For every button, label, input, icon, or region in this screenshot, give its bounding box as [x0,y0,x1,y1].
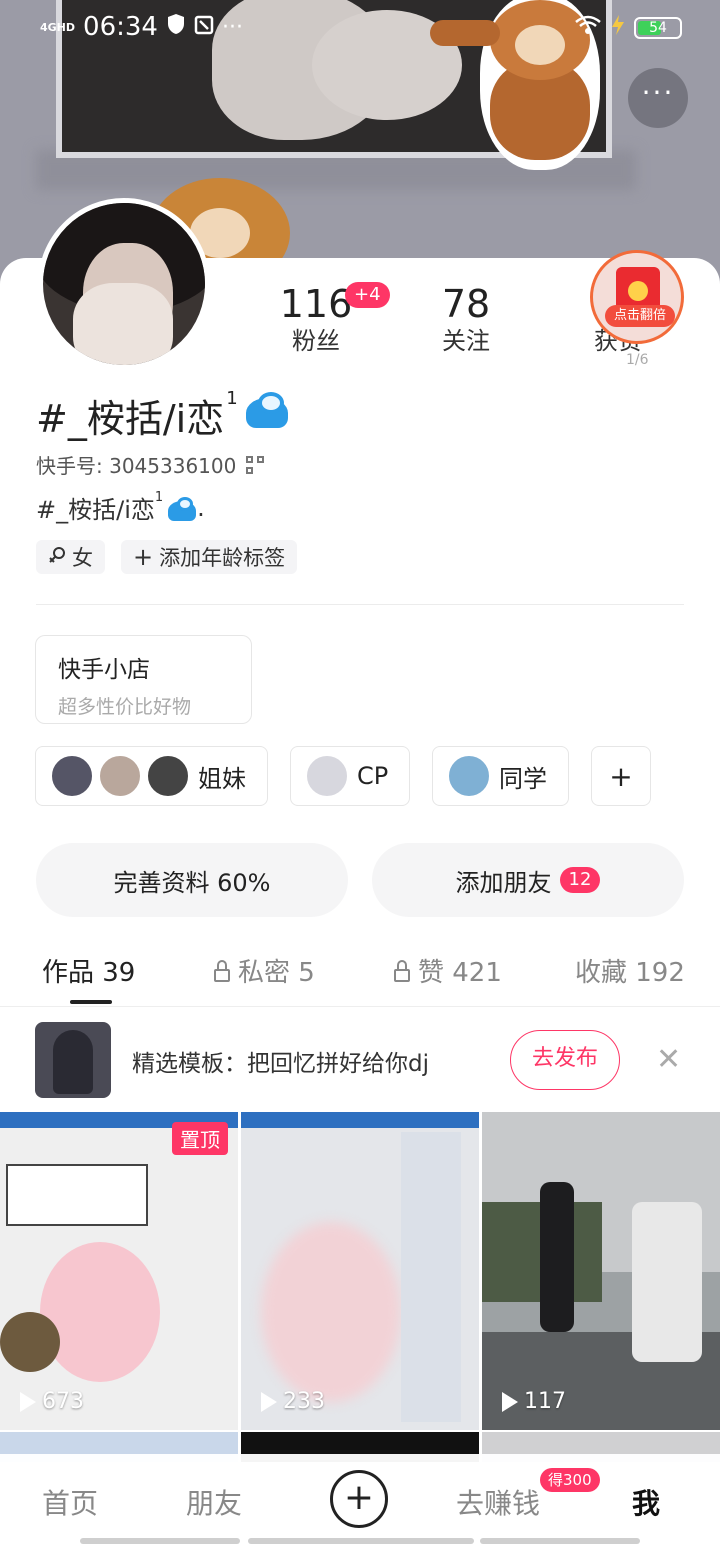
add-group-button[interactable]: + [591,746,651,806]
tab-favorites[interactable]: 收藏 192 [575,952,685,989]
publish-button[interactable]: 去发布 [510,1030,620,1090]
more-status-icon: ··· [221,14,243,40]
group-classmates[interactable]: 同学 [432,746,569,806]
video-thumbnail[interactable]: 置顶 673 [0,1112,238,1430]
profile-tags: 女 + 添加年龄标签 [36,540,298,574]
play-count: 233 [261,1389,325,1414]
avatar [146,754,190,798]
active-tab-indicator [70,1000,112,1004]
plus-icon: + [133,543,154,571]
group-sisters[interactable]: 姐妹 [35,746,268,806]
followers-label: 粉丝 [292,327,340,355]
new-followers-badge: +4 [345,282,390,308]
nav-me[interactable]: 我 [632,1482,660,1522]
play-count: 673 [20,1389,84,1414]
video-thumbnail[interactable]: 233 [241,1112,479,1430]
play-icon [261,1391,277,1412]
content-tabs: 作品 39 私密 5 赞 421 收藏 192 [0,940,720,1006]
template-suggestion: 精选模板：把回忆拼好给你dj 去发布 ✕ [0,1010,720,1108]
avatar [98,754,142,798]
wave-icon [244,388,290,432]
nav-friends[interactable]: 朋友 [186,1482,242,1522]
following-stat[interactable]: 78 关注 [406,282,526,356]
shop-subtitle: 超多性价比好物 [58,696,192,718]
play-count: 117 [502,1389,566,1414]
nav-home[interactable]: 首页 [42,1482,98,1522]
home-indicator [248,1538,474,1544]
red-packet-counter: 1/6 [626,352,649,368]
wifi-icon [574,14,602,42]
avatar [305,754,349,798]
home-indicator [80,1538,240,1544]
female-icon [48,545,66,569]
battery-icon: 54 [634,17,682,39]
following-label: 关注 [442,327,490,355]
charging-icon [610,14,626,42]
more-options-button[interactable]: ··· [628,68,688,128]
nickname: #_桉括/i恋 1 [36,388,290,443]
avatar [447,754,491,798]
divider [0,1006,720,1007]
avatar [50,754,94,798]
template-thumbnail[interactable] [35,1022,111,1098]
qr-code-icon[interactable] [246,455,265,474]
lock-icon [214,959,230,982]
following-count: 78 [441,282,491,326]
kuaishou-shop-card[interactable]: 快手小店 超多性价比好物 [35,635,252,724]
bio: #_桉括/i恋 1 . [36,490,205,524]
add-friends-button[interactable]: 添加朋友 12 [372,843,684,917]
video-thumbnail[interactable]: 117 [482,1112,720,1430]
status-bar: 4GHD 06:34 ··· 54 [0,0,720,56]
wave-icon [167,494,197,522]
clock: 06:34 [83,12,158,42]
pinned-badge: 置顶 [172,1122,228,1155]
network-indicator: 4GHD [40,20,76,34]
bottom-nav: 首页 朋友 + 去赚钱 得300 我 [0,1454,720,1544]
add-age-tag-button[interactable]: + 添加年龄标签 [121,540,298,574]
close-icon[interactable]: ✕ [656,1042,681,1077]
shield-icon [166,13,186,41]
play-icon [502,1391,518,1412]
template-text: 精选模板：把回忆拼好给你dj [132,1051,429,1077]
complete-profile-button[interactable]: 完善资料 60% [36,843,348,917]
lock-icon [394,959,410,982]
gender-tag[interactable]: 女 [36,540,105,574]
shop-title: 快手小店 [58,657,150,683]
play-icon [20,1391,36,1412]
create-button[interactable]: + [330,1470,388,1528]
earn-badge: 得300 [540,1468,600,1492]
add-friends-count-badge: 12 [559,867,601,893]
group-cp[interactable]: CP [290,746,410,806]
friend-groups: 姐妹 CP 同学 + [35,746,651,806]
home-indicator [480,1538,640,1544]
nav-earn[interactable]: 去赚钱 [456,1482,540,1522]
sim-icon [194,13,214,41]
kuaishou-id[interactable]: 快手号: 3045336100 [36,450,265,479]
tab-private[interactable]: 私密 5 [214,952,315,989]
tab-liked[interactable]: 赞 421 [394,952,502,989]
red-packet-label: 点击翻倍 [605,305,675,327]
red-packet-button[interactable]: 点击翻倍 [590,250,684,344]
tab-works[interactable]: 作品 39 [42,952,135,989]
divider [36,604,684,605]
